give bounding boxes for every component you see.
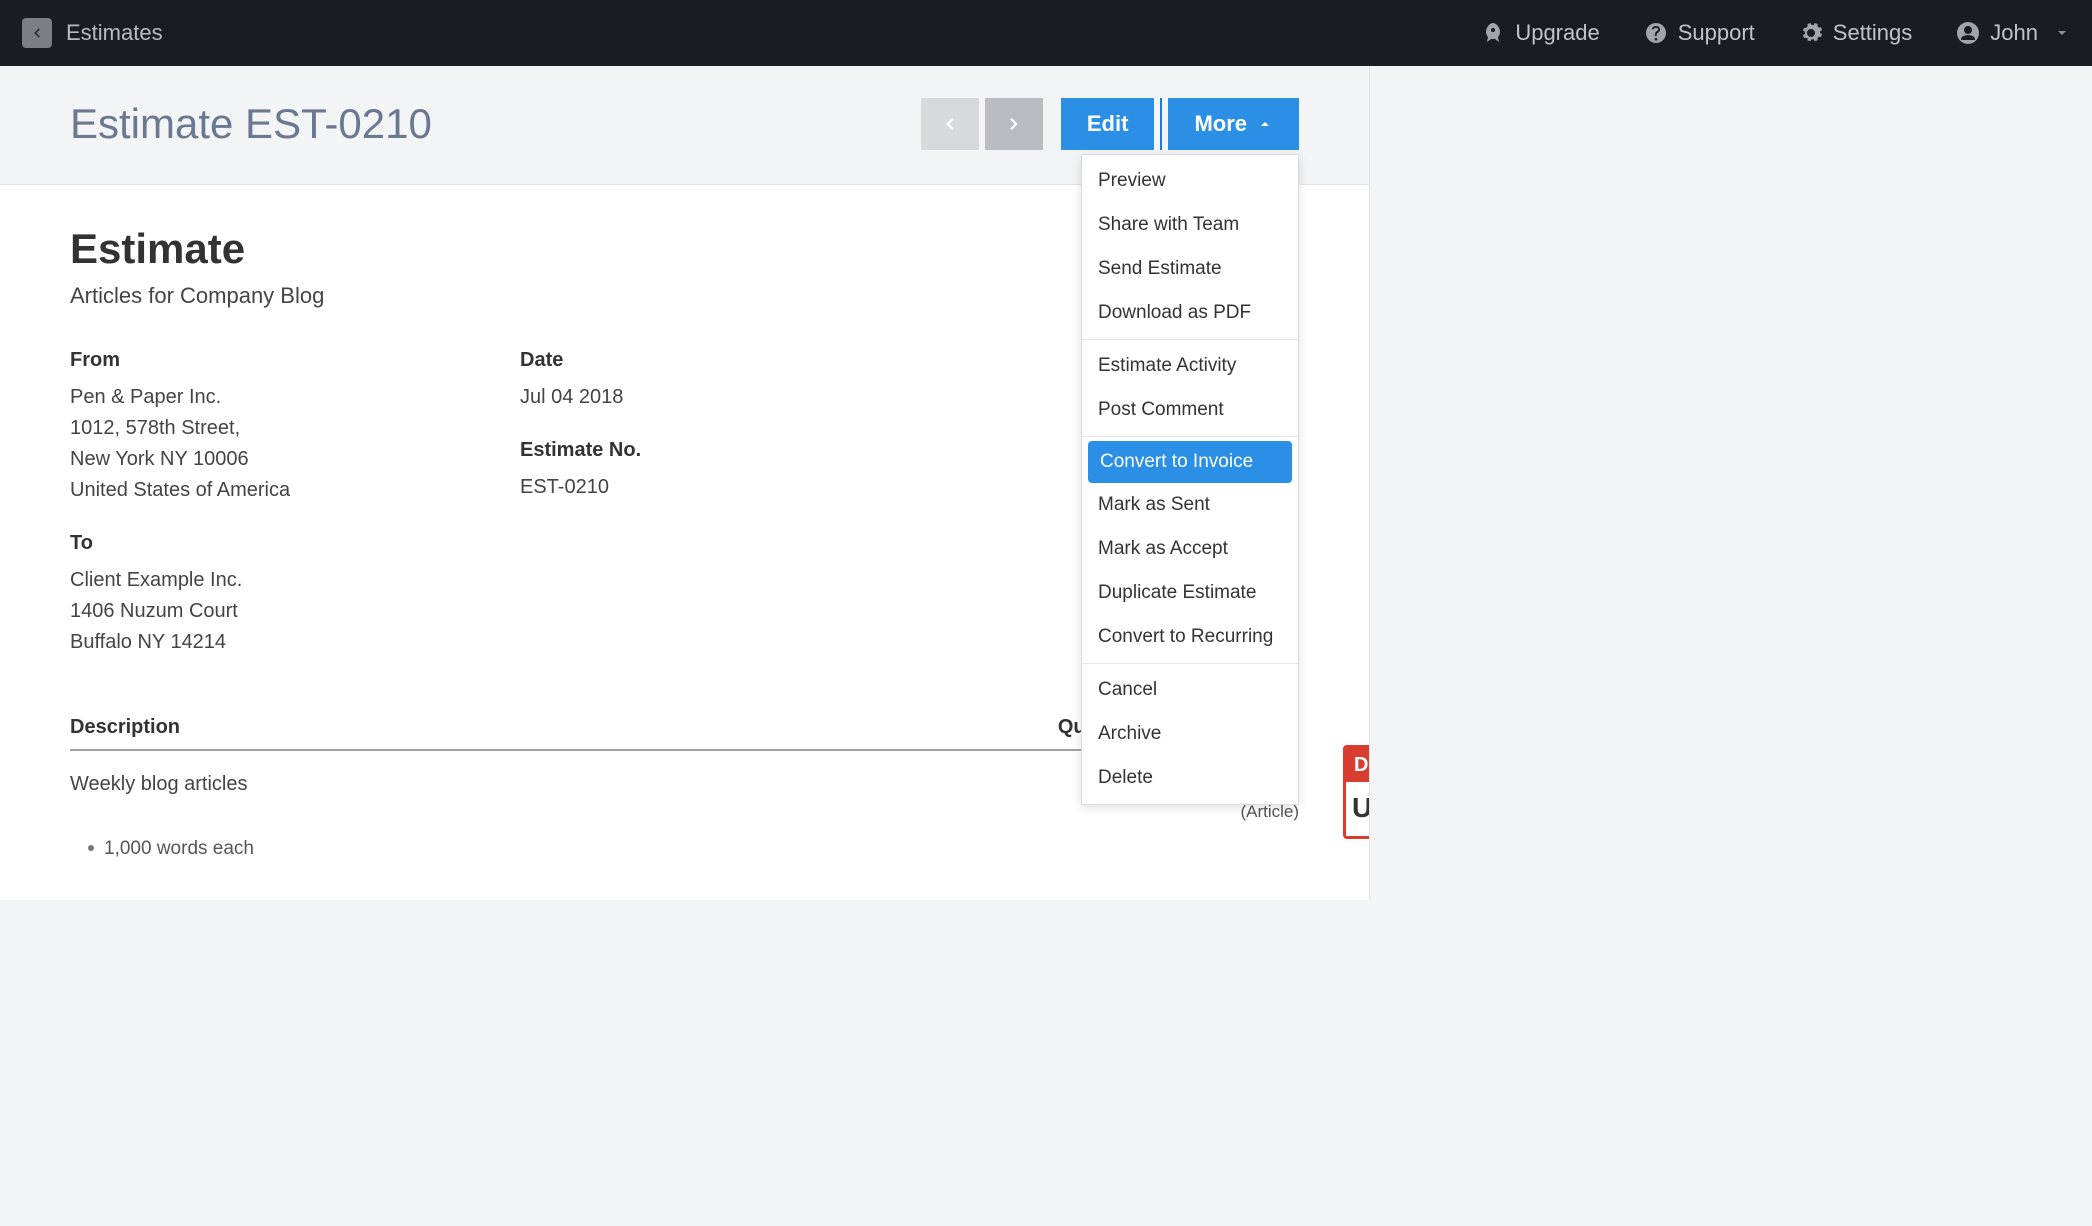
- from-to-column: From Pen & Paper Inc.1012, 578th Street,…: [70, 349, 520, 658]
- support-label: Support: [1678, 20, 1755, 46]
- dropdown-item[interactable]: Mark as Sent: [1082, 483, 1298, 527]
- date-value: Jul 04 2018: [520, 382, 970, 413]
- date-label: Date: [520, 349, 970, 372]
- breadcrumb[interactable]: Estimates: [66, 20, 163, 46]
- estno-value: EST-0210: [520, 472, 970, 503]
- dropdown-divider: [1082, 339, 1298, 340]
- dropdown-item[interactable]: Archive: [1082, 712, 1298, 756]
- more-dropdown: PreviewShare with TeamSend EstimateDownl…: [1081, 154, 1299, 805]
- from-line: United States of America: [70, 475, 520, 506]
- chevron-left-icon: [30, 26, 44, 40]
- to-line: Buffalo NY 14214: [70, 627, 520, 658]
- item-description: Weekly blog articles: [70, 773, 999, 796]
- dropdown-item[interactable]: Mark as Accept: [1082, 527, 1298, 571]
- prev-button[interactable]: [921, 98, 979, 150]
- chevron-up-icon: [1257, 116, 1273, 132]
- header-actions: Edit More PreviewShare with TeamSend Est…: [921, 98, 1299, 150]
- dropdown-item[interactable]: Convert to Recurring: [1082, 615, 1298, 659]
- dropdown-item[interactable]: Cancel: [1082, 668, 1298, 712]
- to-line: 1406 Nuzum Court: [70, 596, 520, 627]
- header-description: Description: [70, 716, 999, 739]
- dropdown-item[interactable]: Preview: [1082, 159, 1298, 203]
- dropdown-item[interactable]: Delete: [1082, 756, 1298, 800]
- upgrade-link[interactable]: Upgrade: [1481, 20, 1599, 46]
- page: Estimate EST-0210 Edit More PreviewShare…: [0, 66, 1370, 900]
- question-icon: [1644, 21, 1668, 45]
- item-sub-text: 1,000 words each: [104, 838, 254, 859]
- avatar-icon: [1956, 21, 1980, 45]
- to-label: To: [70, 532, 520, 555]
- more-label: More: [1194, 111, 1247, 137]
- back-button[interactable]: [22, 18, 52, 48]
- dropdown-item[interactable]: Estimate Activity: [1082, 344, 1298, 388]
- settings-link[interactable]: Settings: [1799, 20, 1913, 46]
- from-label: From: [70, 349, 520, 372]
- upgrade-label: Upgrade: [1515, 20, 1599, 46]
- page-header: Estimate EST-0210 Edit More PreviewShare…: [0, 66, 1369, 185]
- estno-label: Estimate No.: [520, 439, 970, 462]
- dropdown-item[interactable]: Post Comment: [1082, 388, 1298, 432]
- rocket-icon: [1481, 21, 1505, 45]
- gear-icon: [1799, 21, 1823, 45]
- badge-bottom: U: [1346, 782, 1369, 824]
- from-line: Pen & Paper Inc.: [70, 382, 520, 413]
- settings-label: Settings: [1833, 20, 1913, 46]
- badge-top: D: [1346, 748, 1369, 782]
- support-link[interactable]: Support: [1644, 20, 1755, 46]
- dropdown-item[interactable]: Send Estimate: [1082, 247, 1298, 291]
- more-button[interactable]: More: [1168, 98, 1299, 150]
- dropdown-item[interactable]: Download as PDF: [1082, 291, 1298, 335]
- dropdown-item[interactable]: Duplicate Estimate: [1082, 571, 1298, 615]
- item-sub: 1,000 words each: [70, 822, 1299, 860]
- dropdown-divider: [1082, 436, 1298, 437]
- edit-button[interactable]: Edit: [1061, 98, 1155, 150]
- dropdown-item[interactable]: Convert to Invoice: [1088, 441, 1292, 483]
- from-line: New York NY 10006: [70, 444, 520, 475]
- next-button[interactable]: [985, 98, 1043, 150]
- user-menu[interactable]: John: [1956, 20, 2070, 46]
- bullet-icon: [88, 845, 94, 851]
- date-column: Date Jul 04 2018 Estimate No. EST-0210: [520, 349, 970, 658]
- chevron-left-icon: [941, 115, 959, 133]
- status-badge: D U: [1343, 745, 1369, 839]
- dropdown-item[interactable]: Share with Team: [1082, 203, 1298, 247]
- dropdown-divider: [1082, 663, 1298, 664]
- chevron-right-icon: [1005, 115, 1023, 133]
- to-line: Client Example Inc.: [70, 565, 520, 596]
- from-line: 1012, 578th Street,: [70, 413, 520, 444]
- topbar: Estimates Upgrade Support Settings John: [0, 0, 2092, 66]
- chevron-down-icon: [2054, 25, 2070, 41]
- user-name: John: [1990, 20, 2038, 46]
- page-title: Estimate EST-0210: [70, 100, 432, 148]
